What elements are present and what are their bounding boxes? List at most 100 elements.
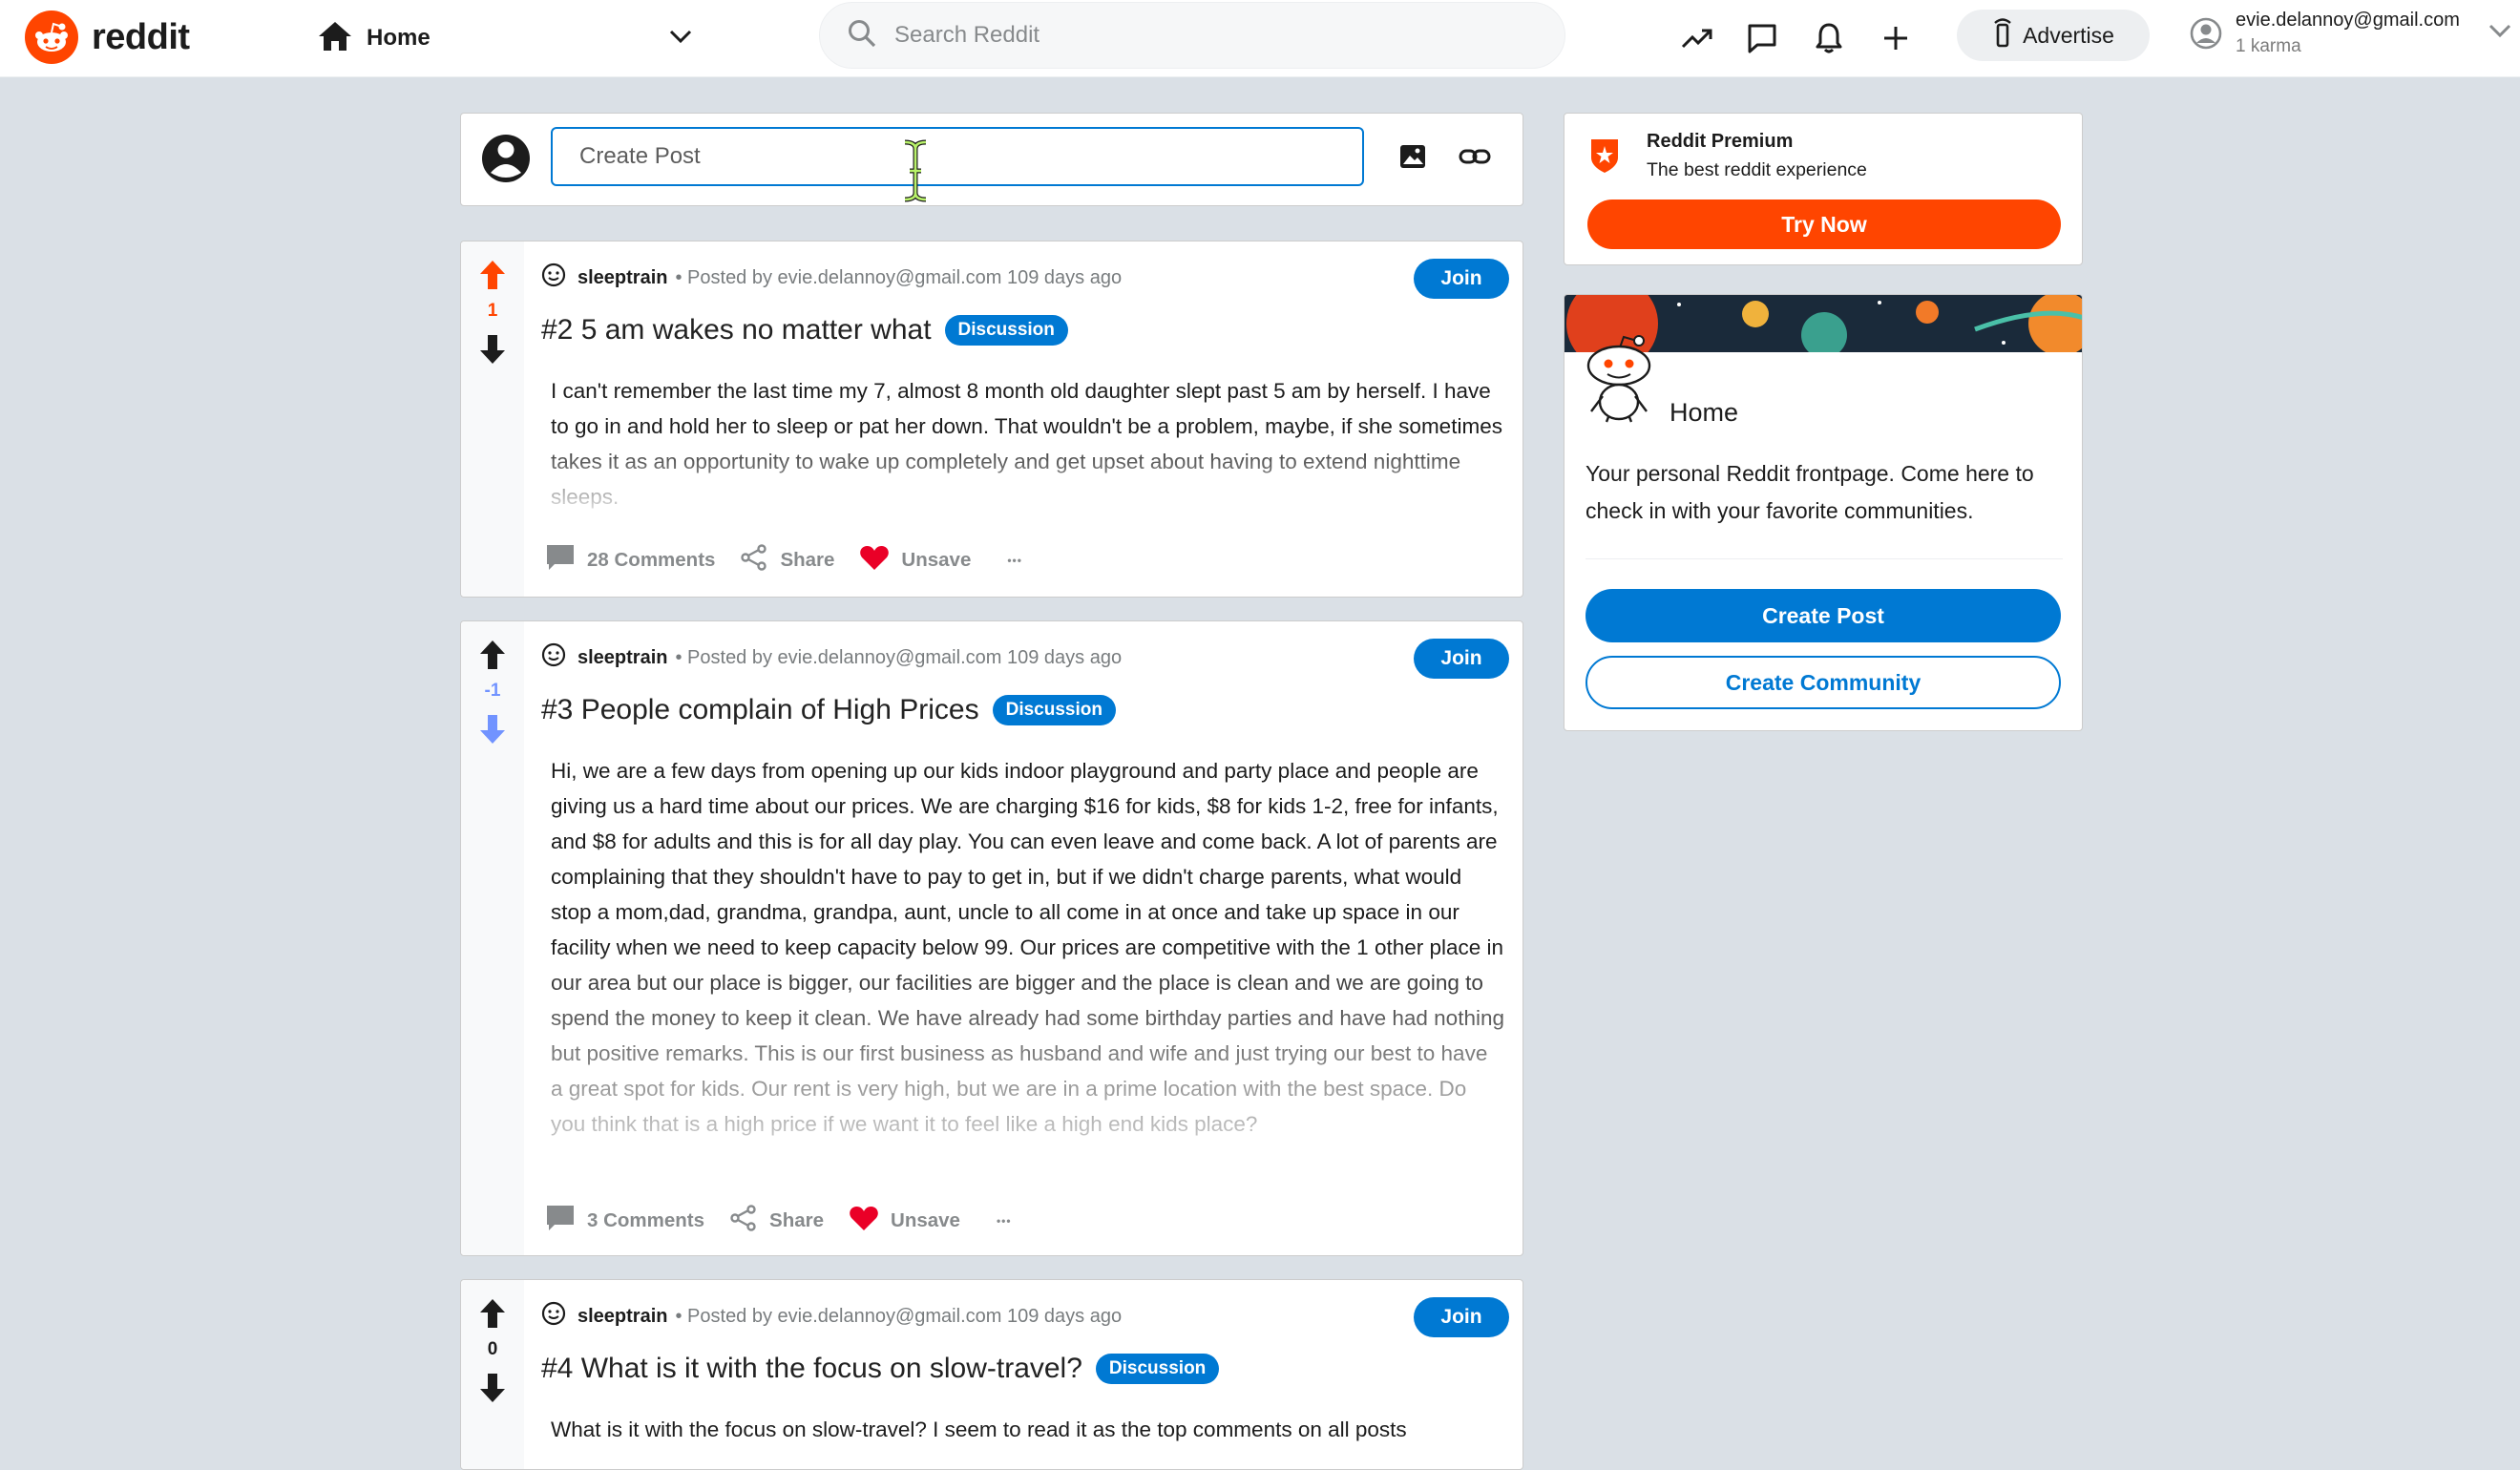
divider	[1586, 558, 2063, 559]
reddit-logo-icon	[25, 10, 78, 64]
premium-shield-icon	[1587, 136, 1622, 179]
post-byline: • Posted by evie.delannoy@gmail.com 109 …	[675, 1305, 1123, 1327]
bell-icon[interactable]	[1808, 17, 1850, 59]
subreddit-name[interactable]: sleeptrain	[578, 647, 667, 669]
user-menu[interactable]: evie.delannoy@gmail.com 1 karma	[2190, 8, 2514, 67]
vote-column: 0	[461, 1280, 524, 1469]
post-meta: sleeptrain • Posted by evie.delannoy@gma…	[541, 1301, 1122, 1332]
share-button[interactable]: Share	[740, 543, 834, 578]
premium-card: Reddit Premium The best reddit experienc…	[1564, 113, 2083, 265]
search-bar[interactable]	[819, 2, 1565, 69]
trending-icon[interactable]	[1676, 17, 1718, 59]
chevron-down-icon	[668, 27, 693, 51]
unsave-button[interactable]: Unsave	[859, 544, 971, 577]
post-title-row: #3 People complain of High Prices Discus…	[541, 694, 1116, 726]
post-card[interactable]: 0 sleeptrain • Posted by evie.delannoy@g…	[460, 1279, 1523, 1470]
vote-column: 1	[461, 242, 524, 597]
logo-wordmark: reddit	[92, 16, 190, 57]
post-card[interactable]: -1 sleeptrain • Posted by evie.delannoy@…	[460, 620, 1523, 1256]
comments-label: 28 Comments	[587, 549, 716, 571]
advertise-label: Advertise	[2023, 22, 2114, 48]
snoo-icon	[1582, 331, 1656, 428]
home-title: Home	[1670, 398, 1739, 427]
post-title[interactable]: #4 What is it with the focus on slow-tra…	[541, 1353, 1082, 1385]
downvote-icon[interactable]	[478, 1372, 507, 1409]
join-button[interactable]: Join	[1414, 639, 1509, 679]
downvote-icon[interactable]	[478, 333, 507, 370]
more-options-button[interactable]: •••	[996, 554, 1022, 567]
share-label: Share	[780, 549, 835, 571]
plus-icon[interactable]	[1875, 17, 1917, 59]
post-title-row: #2 5 am wakes no matter what Discussion	[541, 314, 1068, 346]
home-dropdown-label: Home	[367, 25, 430, 51]
home-dropdown[interactable]: Home	[317, 13, 699, 63]
create-post-input[interactable]	[551, 127, 1364, 186]
subreddit-name[interactable]: sleeptrain	[578, 1306, 667, 1328]
vote-column: -1	[461, 621, 524, 1255]
unsave-label: Unsave	[901, 549, 972, 571]
more-icon: •••	[1007, 554, 1022, 567]
share-button[interactable]: Share	[729, 1204, 824, 1238]
join-button[interactable]: Join	[1414, 259, 1509, 299]
comment-icon	[545, 543, 576, 578]
downvote-icon[interactable]	[478, 713, 507, 750]
post-flair[interactable]: Discussion	[992, 695, 1116, 725]
create-community-button[interactable]: Create Community	[1586, 656, 2061, 709]
user-karma: 1 karma	[2236, 36, 2301, 56]
home-info-card: Home Your personal Reddit frontpage. Com…	[1564, 294, 2083, 731]
share-label: Share	[769, 1209, 825, 1231]
subreddit-icon	[541, 642, 566, 673]
top-header: reddit Home Advertise evi	[0, 0, 2520, 77]
text-cursor-icon	[901, 139, 930, 207]
join-button[interactable]: Join	[1414, 1297, 1509, 1337]
search-icon	[847, 18, 877, 53]
unsave-button[interactable]: Unsave	[849, 1205, 960, 1237]
create-post-card	[460, 113, 1523, 206]
post-title-row: #4 What is it with the focus on slow-tra…	[541, 1353, 1220, 1385]
chat-icon[interactable]	[1741, 17, 1783, 59]
post-meta: sleeptrain • Posted by evie.delannoy@gma…	[541, 262, 1122, 293]
post-flair[interactable]: Discussion	[944, 315, 1068, 346]
home-icon	[317, 20, 353, 57]
search-input[interactable]	[892, 21, 1469, 50]
reddit-logo[interactable]: reddit	[25, 10, 190, 64]
upvote-icon[interactable]	[478, 639, 507, 676]
chevron-down-icon	[2488, 21, 2512, 45]
advertise-button[interactable]: Advertise	[1957, 10, 2150, 61]
link-icon[interactable]	[1458, 142, 1492, 176]
share-icon	[729, 1204, 758, 1238]
post-flair[interactable]: Discussion	[1095, 1354, 1220, 1384]
more-options-button[interactable]: •••	[985, 1214, 1012, 1228]
post-body: What is it with the focus on slow-travel…	[551, 1418, 1407, 1441]
post-meta: sleeptrain • Posted by evie.delannoy@gma…	[541, 642, 1122, 673]
home-description: Your personal Reddit frontpage. Come her…	[1586, 461, 2034, 523]
upvote-icon[interactable]	[478, 259, 507, 296]
post-card[interactable]: 1 sleeptrain • Posted by evie.delannoy@g…	[460, 241, 1523, 598]
upvote-icon[interactable]	[478, 1297, 507, 1334]
vote-score: 0	[487, 1339, 498, 1359]
image-icon[interactable]	[1398, 142, 1427, 176]
heart-icon	[849, 1205, 879, 1237]
post-actions: 28 Comments Share Unsave •••	[545, 543, 1047, 578]
post-title[interactable]: #2 5 am wakes no matter what	[541, 314, 932, 346]
post-body: I can't remember the last time my 7, alm…	[551, 379, 1502, 509]
heart-icon	[859, 544, 890, 577]
post-title[interactable]: #3 People complain of High Prices	[541, 694, 979, 726]
more-icon: •••	[996, 1214, 1012, 1228]
user-avatar-icon[interactable]	[480, 131, 532, 191]
create-post-button[interactable]: Create Post	[1586, 589, 2061, 642]
user-avatar-icon	[2190, 17, 2222, 54]
vote-score: 1	[487, 301, 498, 321]
comment-icon	[545, 1204, 576, 1238]
post-byline: • Posted by evie.delannoy@gmail.com 109 …	[675, 266, 1123, 288]
share-icon	[740, 543, 768, 578]
comments-button[interactable]: 3 Comments	[545, 1204, 704, 1238]
comments-button[interactable]: 28 Comments	[545, 543, 715, 578]
try-now-button[interactable]: Try Now	[1587, 200, 2061, 249]
subreddit-name[interactable]: sleeptrain	[578, 267, 667, 289]
post-body: Hi, we are a few days from opening up ou…	[551, 759, 1504, 1136]
comments-label: 3 Comments	[587, 1209, 705, 1231]
premium-title: Reddit Premium	[1647, 131, 1794, 152]
subreddit-icon	[541, 1301, 566, 1332]
user-name: evie.delannoy@gmail.com	[2236, 10, 2460, 31]
